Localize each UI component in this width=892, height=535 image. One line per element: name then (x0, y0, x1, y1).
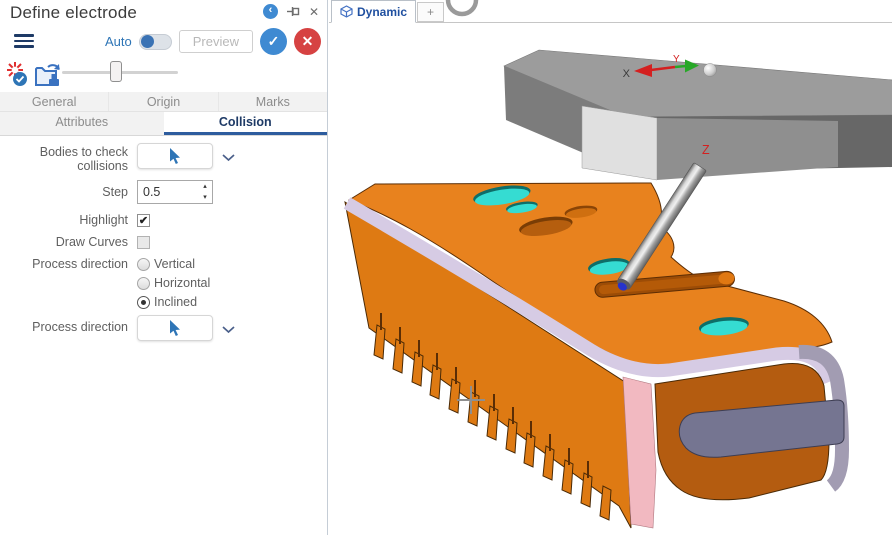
step-label: Step (0, 180, 132, 199)
viewport-tab-bar: Dynamic + (329, 0, 892, 23)
bodies-to-check-label: Bodies to check collisions (0, 143, 132, 173)
draw-curves-row: Draw Curves (0, 233, 327, 249)
panel-header: Define electrode ‹ ✕ (0, 0, 327, 24)
electrode-spark-icon[interactable] (4, 61, 34, 88)
collapse-panel-icon[interactable]: ‹ (263, 4, 278, 19)
close-icon[interactable]: ✕ (309, 6, 319, 18)
viewport-3d[interactable]: X Y Z (329, 0, 892, 535)
bodies-pick-button[interactable] (137, 143, 213, 169)
preview-button[interactable]: Preview (179, 30, 253, 53)
highlight-checkbox[interactable]: ✔ (137, 214, 150, 227)
ok-button[interactable]: ✓ (260, 28, 287, 55)
tab-collision[interactable]: Collision (164, 112, 328, 135)
spin-up-icon[interactable]: ▴ (199, 182, 211, 191)
axis-x-label: X (623, 68, 631, 80)
application-window: Define electrode ‹ ✕ Auto Preview ✓ ✕ (0, 0, 892, 535)
cursor-arrow-icon (169, 320, 181, 337)
holder-block-left-face (582, 106, 657, 180)
transparency-slider[interactable] (62, 60, 178, 84)
tab-general[interactable]: General (0, 92, 109, 111)
process-direction2-label: Process direction (0, 315, 132, 334)
slider-handle[interactable] (110, 61, 122, 82)
process-direction-radio-group: Vertical Horizontal Inclined (137, 257, 210, 309)
radio-inclined[interactable] (137, 296, 150, 309)
tab-dynamic[interactable]: Dynamic (331, 0, 416, 23)
panel-toolbar: Auto Preview ✓ ✕ (0, 28, 327, 58)
highlight-row: Highlight ✔ (0, 211, 327, 227)
step-spinner[interactable]: ▴ ▾ (199, 182, 211, 202)
radio-option-horizontal[interactable]: Horizontal (137, 276, 210, 290)
tab-origin[interactable]: Origin (109, 92, 218, 111)
auto-label: Auto (105, 34, 132, 49)
highlight-label: Highlight (0, 211, 132, 227)
page-title: Define electrode (10, 3, 137, 22)
process-direction2-row: Process direction (0, 315, 327, 341)
process-direction-label: Process direction (0, 257, 132, 271)
pin-icon[interactable] (287, 5, 300, 18)
viewport-canvas[interactable]: X Y Z (329, 0, 892, 535)
load-electrode-folder-icon[interactable] (34, 61, 64, 88)
axis-z-label: Z (702, 143, 710, 157)
new-tab-button[interactable]: + (417, 2, 444, 22)
tab-marks[interactable]: Marks (219, 92, 327, 111)
chevron-down-icon[interactable] (222, 154, 235, 162)
draw-curves-checkbox[interactable] (137, 236, 150, 249)
panel-icon-row (0, 60, 327, 88)
radio-horizontal[interactable] (137, 277, 150, 290)
bodies-to-check-row: Bodies to check collisions (0, 143, 327, 173)
cube-icon (340, 5, 353, 18)
tab-strip-secondary: Attributes Collision (0, 112, 327, 136)
cancel-button[interactable]: ✕ (294, 28, 321, 55)
rotate-arc-icon (445, 0, 481, 17)
process-direction-pick-button[interactable] (137, 315, 213, 341)
origin-sphere (704, 64, 717, 77)
collision-form: Bodies to check collisions Step (0, 136, 327, 341)
define-electrode-panel: Define electrode ‹ ✕ Auto Preview ✓ ✕ (0, 0, 328, 535)
spin-down-icon[interactable]: ▾ (199, 193, 211, 202)
cursor-arrow-icon (169, 148, 181, 165)
radio-option-vertical[interactable]: Vertical (137, 257, 210, 271)
holder-block-front-face (657, 118, 838, 180)
draw-curves-label: Draw Curves (0, 233, 132, 249)
chevron-down-icon[interactable] (222, 326, 235, 334)
radio-vertical[interactable] (137, 258, 150, 271)
step-row: Step ▴ ▾ (0, 180, 327, 204)
axis-y-label: Y (673, 54, 680, 65)
tab-strip-primary: General Origin Marks (0, 92, 327, 112)
radio-option-inclined[interactable]: Inclined (137, 295, 210, 309)
process-direction-row: Process direction Vertical Horizontal In… (0, 257, 327, 309)
menu-icon[interactable] (14, 34, 34, 51)
auto-toggle[interactable] (139, 34, 172, 50)
tab-attributes[interactable]: Attributes (0, 112, 164, 135)
